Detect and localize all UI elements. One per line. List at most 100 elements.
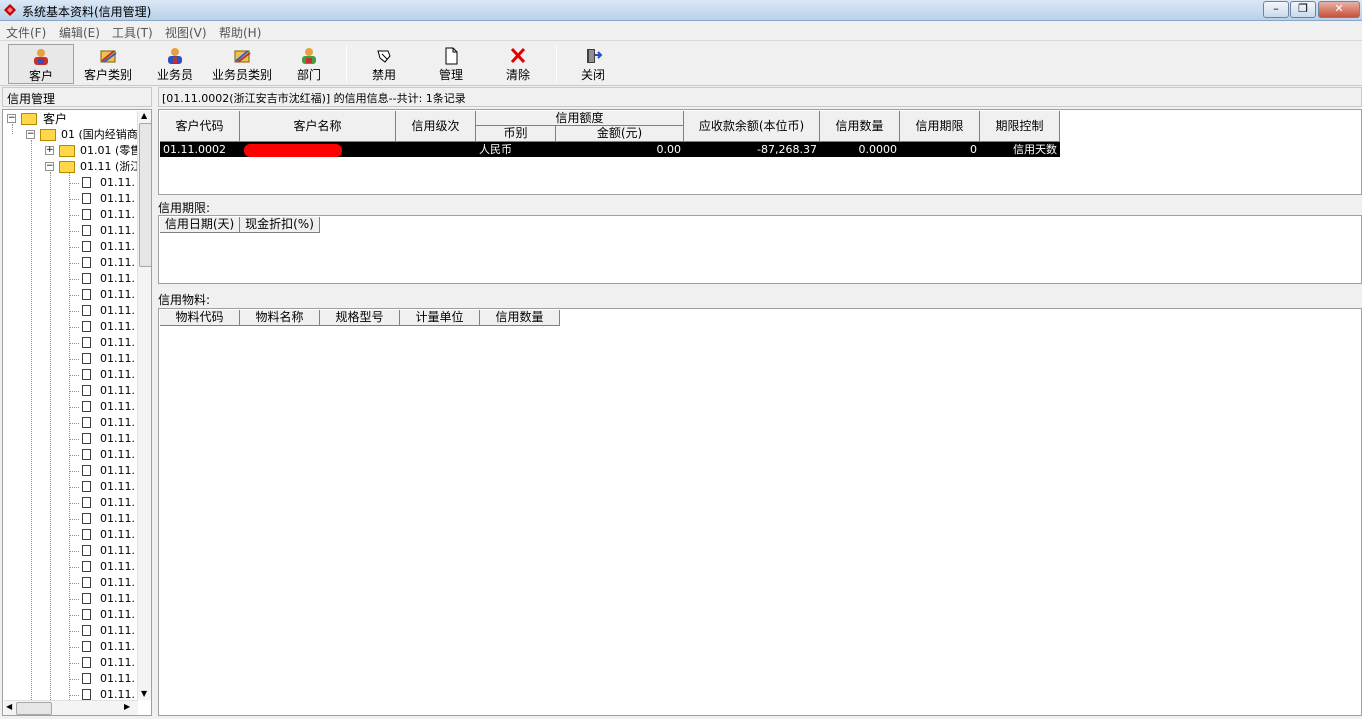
col-customer-code[interactable]: 客户代码: [160, 111, 240, 142]
document-icon: [82, 417, 91, 428]
tree-leaf[interactable]: 01.11.: [69, 351, 137, 367]
cell-customer-name[interactable]: [240, 142, 396, 157]
toolbar-department-button[interactable]: 部门: [276, 44, 342, 84]
tree-leaf[interactable]: 01.11.: [69, 239, 137, 255]
col-material-credit-qty[interactable]: 信用数量: [480, 310, 560, 326]
tree-leaf[interactable]: 01.11.: [69, 191, 137, 207]
tree-node-0111[interactable]: − 01.11 (浙江: [45, 159, 141, 175]
scroll-thumb[interactable]: [139, 123, 151, 267]
toolbar-manage-button[interactable]: 管理: [418, 44, 484, 84]
tree-leaf[interactable]: 01.11.: [69, 207, 137, 223]
toolbar-close-button[interactable]: 关闭: [562, 44, 624, 84]
col-spec-model[interactable]: 规格型号: [320, 310, 400, 326]
col-cash-discount[interactable]: 现金折扣(%): [240, 217, 320, 233]
cell-term-control[interactable]: 信用天数: [980, 142, 1060, 157]
scroll-down-icon[interactable]: ▼: [141, 689, 147, 698]
tree-leaf[interactable]: 01.11.: [69, 623, 137, 639]
col-unit[interactable]: 计量单位: [400, 310, 480, 326]
tree-leaf-label: 01.11.: [100, 592, 135, 605]
tree-leaf[interactable]: 01.11.: [69, 495, 137, 511]
tree-leaf[interactable]: 01.11.: [69, 287, 137, 303]
tree-leaf[interactable]: 01.11.: [69, 527, 137, 543]
menu-tools[interactable]: 工具(T): [112, 24, 153, 41]
col-credit-days[interactable]: 信用日期(天): [160, 217, 240, 233]
tree-leaf[interactable]: 01.11.: [69, 463, 137, 479]
tree-leaf[interactable]: 01.11.: [69, 591, 137, 607]
tree-leaf[interactable]: 01.11.: [69, 655, 137, 671]
col-credit-level[interactable]: 信用级次: [396, 111, 476, 142]
credit-term-grid[interactable]: 信用日期(天) 现金折扣(%): [158, 215, 1362, 284]
collapse-icon[interactable]: −: [26, 130, 35, 139]
tree-leaf[interactable]: 01.11.: [69, 271, 137, 287]
tree-vertical-scrollbar[interactable]: ▲ ▼: [137, 111, 151, 700]
col-term-control[interactable]: 期限控制: [980, 111, 1060, 142]
toolbar-salesperson-category-button[interactable]: 业务员类别: [210, 44, 274, 84]
tree-leaf[interactable]: 01.11.: [69, 223, 137, 239]
menu-view[interactable]: 视图(V): [165, 24, 207, 41]
col-credit-qty[interactable]: 信用数量: [820, 111, 900, 142]
cell-credit-qty[interactable]: 0.0000: [820, 142, 900, 157]
tree-leaf[interactable]: 01.11.: [69, 319, 137, 335]
col-currency[interactable]: 币别: [476, 126, 556, 142]
col-amount[interactable]: 金额(元): [556, 126, 684, 142]
cell-currency[interactable]: 人民币: [476, 142, 556, 157]
tree-leaf[interactable]: 01.11.: [69, 175, 137, 191]
tree-leaf[interactable]: 01.11.: [69, 255, 137, 271]
tree-leaf[interactable]: 01.11.: [69, 367, 137, 383]
col-material-name[interactable]: 物料名称: [240, 310, 320, 326]
menu-edit[interactable]: 编辑(E): [59, 24, 100, 41]
cell-customer-code[interactable]: 01.11.0002: [160, 142, 240, 157]
col-credit-limit[interactable]: 信用额度: [476, 111, 684, 126]
cell-amount[interactable]: 0.00: [556, 142, 684, 157]
minimize-button[interactable]: –: [1263, 1, 1289, 18]
tree-leaf[interactable]: 01.11.: [69, 383, 137, 399]
menu-file[interactable]: 文件(F): [6, 24, 46, 41]
menu-help[interactable]: 帮助(H): [219, 24, 261, 41]
tree-leaf[interactable]: 01.11.: [69, 607, 137, 623]
restore-button[interactable]: ❐: [1290, 1, 1316, 18]
col-credit-term[interactable]: 信用期限: [900, 111, 980, 142]
col-customer-name[interactable]: 客户名称: [240, 111, 396, 142]
tree-leaf[interactable]: 01.11.: [69, 639, 137, 655]
toolbar-customer-button[interactable]: 客户: [8, 44, 74, 84]
tree-leaf[interactable]: 01.11.: [69, 415, 137, 431]
toolbar-salesperson-button[interactable]: 业务员: [142, 44, 208, 84]
col-material-code[interactable]: 物料代码: [160, 310, 240, 326]
toolbar-clear-button[interactable]: 清除: [486, 44, 550, 84]
tree-leaf[interactable]: 01.11.: [69, 399, 137, 415]
cell-credit-level[interactable]: [396, 142, 476, 157]
credit-material-grid[interactable]: 物料代码 物料名称 规格型号 计量单位 信用数量: [158, 308, 1362, 716]
expand-icon[interactable]: +: [45, 146, 54, 155]
tree-node-root[interactable]: − 客户: [7, 111, 137, 127]
tree-leaf[interactable]: 01.11.: [69, 511, 137, 527]
tree-leaf[interactable]: 01.11.: [69, 447, 137, 463]
scroll-right-icon[interactable]: ▶: [124, 702, 130, 711]
collapse-icon[interactable]: −: [45, 162, 54, 171]
tree-leaf[interactable]: 01.11.: [69, 479, 137, 495]
credit-info-grid[interactable]: 客户代码 客户名称 信用级次 信用额度 币别 金额(元) 应收款余额(本位币) …: [158, 109, 1362, 195]
tree-leaf[interactable]: 01.11.: [69, 431, 137, 447]
col-receivable-balance[interactable]: 应收款余额(本位币): [684, 111, 820, 142]
tree-leaf[interactable]: 01.11.: [69, 559, 137, 575]
tree-leaf[interactable]: 01.11.: [69, 575, 137, 591]
tree-leaf-label: 01.11.: [100, 576, 135, 589]
tree-leaf[interactable]: 01.11.: [69, 335, 137, 351]
toolbar-disable-button[interactable]: 禁用: [352, 44, 416, 84]
scroll-up-icon[interactable]: ▲: [141, 111, 147, 120]
tree-horizontal-scrollbar[interactable]: ◀ ▶: [4, 700, 138, 715]
close-window-button[interactable]: ✕: [1318, 1, 1360, 18]
scroll-thumb[interactable]: [16, 702, 52, 715]
customer-tree[interactable]: − 客户 − 01 (国内经销商 + 01.01 (零售 − 01.11 (浙江…: [2, 109, 152, 716]
document-icon: [82, 385, 91, 396]
tree-leaf[interactable]: 01.11.: [69, 671, 137, 687]
cell-credit-term[interactable]: 0: [900, 142, 980, 157]
scroll-left-icon[interactable]: ◀: [6, 702, 12, 711]
tree-leaf[interactable]: 01.11.: [69, 543, 137, 559]
collapse-icon[interactable]: −: [7, 114, 16, 123]
tree-node-level1[interactable]: − 01 (国内经销商: [26, 127, 138, 143]
cell-receivable-balance[interactable]: -87,268.37: [684, 142, 820, 157]
document-icon: [82, 449, 91, 460]
tree-node-0101[interactable]: + 01.01 (零售: [45, 143, 141, 159]
toolbar-customer-category-button[interactable]: 客户类别: [76, 44, 140, 84]
tree-leaf[interactable]: 01.11.: [69, 303, 137, 319]
